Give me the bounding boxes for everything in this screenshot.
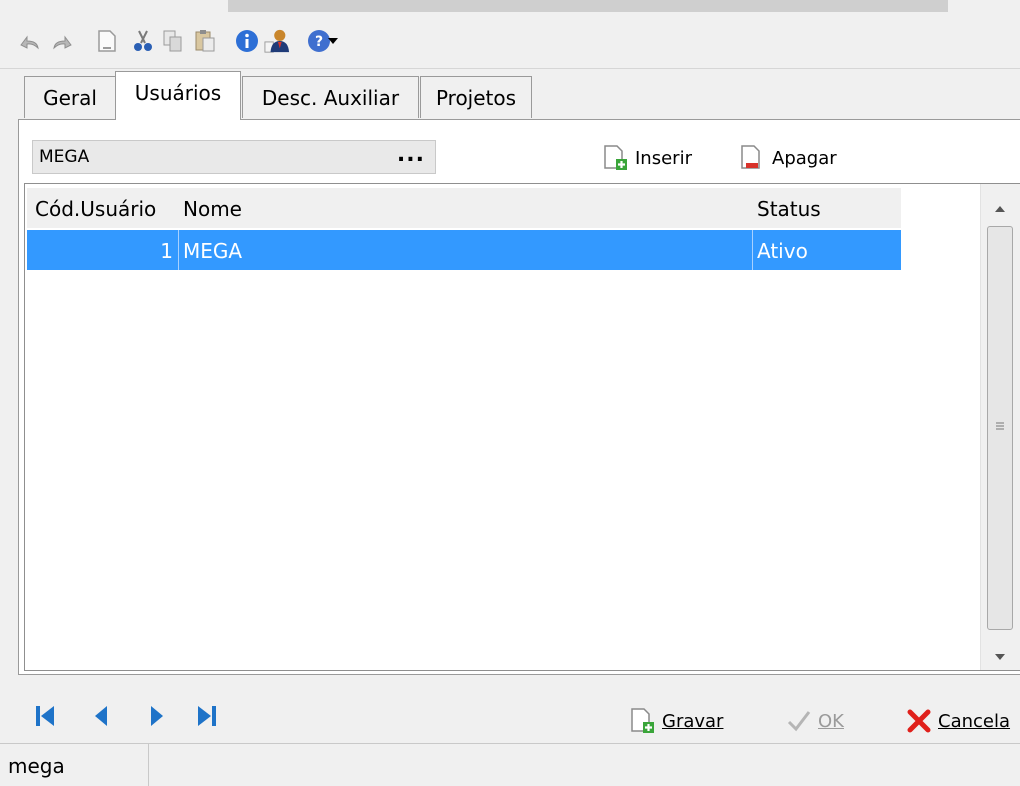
vertical-scrollbar[interactable] xyxy=(980,184,1020,670)
tab-desc-auxiliar[interactable]: Desc. Auxiliar xyxy=(242,76,419,118)
column-header-status[interactable]: Status xyxy=(757,197,821,221)
toolbar: ? xyxy=(0,14,1020,69)
browse-button[interactable]: ... xyxy=(397,142,425,167)
ok-label: OK xyxy=(818,710,844,732)
tab-geral[interactable]: Geral xyxy=(24,76,116,118)
users-grid[interactable]: Cód.Usuário Nome Status 1 MEGA Ativo xyxy=(24,183,1020,671)
scrollbar-thumb[interactable] xyxy=(987,226,1013,630)
new-document-icon[interactable] xyxy=(94,28,120,54)
scroll-up-icon[interactable] xyxy=(994,198,1006,217)
delete-button[interactable]: Apagar xyxy=(740,142,837,174)
status-user: mega xyxy=(8,754,65,778)
cancel-button[interactable]: Cancela xyxy=(906,706,1010,736)
cell-status: Ativo xyxy=(757,239,808,263)
cell-divider xyxy=(178,230,179,270)
paste-icon[interactable] xyxy=(192,28,218,54)
cancel-icon xyxy=(907,709,931,733)
table-row[interactable]: 1 MEGA Ativo xyxy=(27,230,901,270)
user-selector[interactable]: MEGA ... xyxy=(32,140,436,174)
top-strip xyxy=(0,0,1020,14)
column-header-name[interactable]: Nome xyxy=(183,197,242,221)
insert-label: Inserir xyxy=(635,147,692,169)
cancel-label: Cancela xyxy=(938,710,1011,732)
column-header-code[interactable]: Cód.Usuário xyxy=(35,197,156,221)
background-window-edge xyxy=(228,0,948,12)
delete-label: Apagar xyxy=(772,147,837,169)
delete-icon xyxy=(741,145,760,169)
insert-icon xyxy=(604,145,627,170)
next-record-icon[interactable] xyxy=(146,704,168,728)
tab-label: Usuários xyxy=(134,81,222,105)
tab-label: Projetos xyxy=(435,85,517,110)
redo-icon[interactable] xyxy=(50,28,76,54)
tab-usuarios[interactable]: Usuários xyxy=(115,71,241,120)
dropdown-arrow-icon[interactable] xyxy=(326,28,340,54)
tab-label: Geral xyxy=(43,85,97,110)
undo-icon[interactable] xyxy=(16,28,42,54)
first-record-icon[interactable] xyxy=(34,704,56,728)
cell-divider xyxy=(752,230,753,270)
grip-icon xyxy=(996,422,1004,430)
ok-button[interactable]: OK xyxy=(786,706,844,736)
status-user-panel: mega xyxy=(0,744,149,786)
cut-icon[interactable] xyxy=(130,28,156,54)
scroll-down-icon[interactable] xyxy=(994,646,1006,665)
grid-header: Cód.Usuário Nome Status xyxy=(27,188,901,228)
checkmark-icon xyxy=(787,711,811,732)
user-icon[interactable] xyxy=(264,28,290,54)
save-label: Gravar xyxy=(662,710,724,732)
last-record-icon[interactable] xyxy=(196,704,218,728)
save-icon xyxy=(631,708,654,733)
user-selector-value: MEGA xyxy=(39,147,90,167)
cell-name: MEGA xyxy=(183,239,243,263)
save-button[interactable]: Gravar xyxy=(630,706,723,736)
copy-icon[interactable] xyxy=(160,28,186,54)
previous-record-icon[interactable] xyxy=(90,704,112,728)
navigation-bar: Gravar OK Cancela xyxy=(0,686,1020,742)
cell-code: 1 xyxy=(160,239,173,263)
svg-text:?: ? xyxy=(315,34,323,50)
status-bar: mega xyxy=(0,743,1020,786)
insert-button[interactable]: Inserir xyxy=(603,142,692,174)
tab-projetos[interactable]: Projetos xyxy=(420,76,532,118)
info-icon[interactable] xyxy=(234,28,260,54)
tab-label: Desc. Auxiliar xyxy=(261,85,400,110)
